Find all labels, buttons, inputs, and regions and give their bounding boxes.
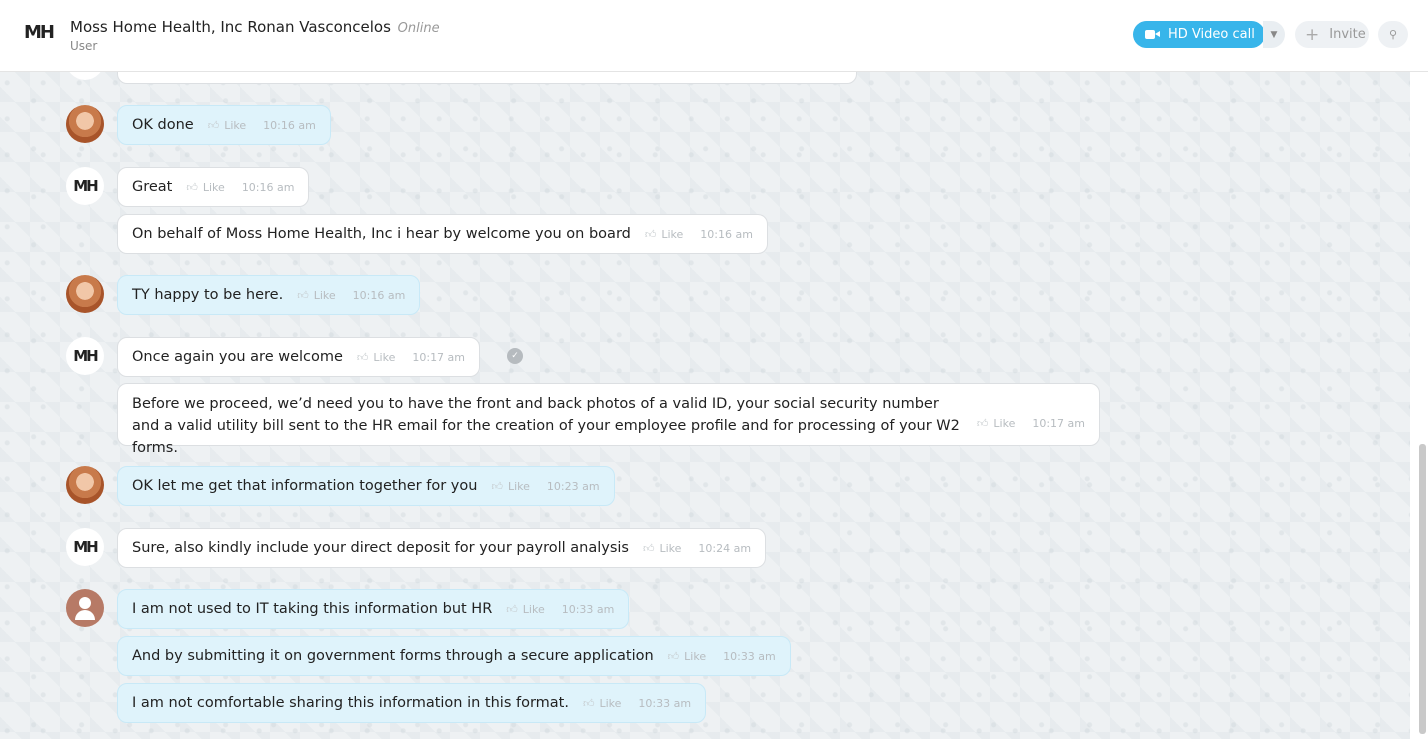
default-user-avatar[interactable] xyxy=(66,589,104,627)
message-meta: 👍︎ Like 10:33 am xyxy=(668,650,776,663)
message-bubble[interactable]: And by submitting it on government forms… xyxy=(117,636,791,676)
conversation-title[interactable]: Moss Home Health, Inc Ronan Vasconcelos … xyxy=(70,18,440,36)
like-button[interactable]: Like xyxy=(224,119,246,132)
message-meta: 👍︎ Like 10:16 am xyxy=(297,289,405,302)
like-button[interactable]: Like xyxy=(508,480,530,493)
like-button[interactable]: Like xyxy=(684,650,706,663)
like-icon[interactable]: 👍︎ xyxy=(297,289,309,302)
message-text: On behalf of Moss Home Health, Inc i hea… xyxy=(132,226,631,242)
message-bubble[interactable]: OK let me get that information together … xyxy=(117,466,615,506)
invite-button[interactable]: + Invite xyxy=(1295,21,1369,48)
message-text: OK done xyxy=(132,117,194,133)
like-icon[interactable]: 👍︎ xyxy=(645,228,657,241)
chat-header: MH Moss Home Health, Inc Ronan Vasconcel… xyxy=(0,0,1428,72)
message-time: 10:16 am xyxy=(352,288,406,302)
like-button[interactable]: Like xyxy=(314,289,336,302)
message-time: 10:16 am xyxy=(241,180,295,194)
message-time: 10:33 am xyxy=(723,649,776,663)
like-button[interactable]: Like xyxy=(373,351,395,364)
message-meta: 👍︎ Like 10:16 am xyxy=(186,181,294,194)
message-text: Once again you are welcome xyxy=(132,349,343,365)
message-time: 10:16 am xyxy=(700,227,753,241)
like-button[interactable]: Like xyxy=(523,603,545,616)
message-bubble[interactable] xyxy=(117,72,857,84)
message-bubble[interactable]: I am not used to IT taking this informat… xyxy=(117,589,630,629)
message-text: I am not used to IT taking this informat… xyxy=(132,601,493,617)
like-button[interactable]: Like xyxy=(661,228,683,241)
like-button[interactable]: Like xyxy=(599,697,621,710)
user-avatar[interactable] xyxy=(66,275,104,313)
user-avatar[interactable] xyxy=(66,466,104,504)
message-text: OK let me get that information together … xyxy=(132,478,478,494)
message-time: 10:23 am xyxy=(546,479,600,493)
message-bubble[interactable]: On behalf of Moss Home Health, Inc i hea… xyxy=(117,214,768,254)
read-check-icon: ✓ xyxy=(507,348,523,364)
message-text: Before we proceed, we’d need you to have… xyxy=(132,396,960,456)
like-button[interactable]: Like xyxy=(659,542,681,555)
search-icon: ⚲ xyxy=(1388,28,1398,41)
chat-scrollbar[interactable] xyxy=(1417,72,1428,739)
mh-avatar[interactable]: MH xyxy=(66,528,104,566)
message-meta: 👍︎ Like 10:16 am xyxy=(645,228,753,241)
message-time: 10:24 am xyxy=(698,541,752,555)
online-status: Online xyxy=(397,21,440,36)
like-icon[interactable]: 👍︎ xyxy=(643,542,655,555)
like-icon[interactable]: 👍︎ xyxy=(357,351,369,364)
message-meta: 👍︎ Like 10:23 am xyxy=(491,480,599,493)
user-avatar[interactable] xyxy=(66,105,104,143)
message-time: 10:17 am xyxy=(412,350,466,364)
message-bubble[interactable]: TY happy to be here. 👍︎ Like 10:16 am xyxy=(117,275,421,315)
hd-video-call-label: HD Video call xyxy=(1168,27,1255,42)
avatar xyxy=(66,72,104,80)
like-icon[interactable]: 👍︎ xyxy=(186,181,198,194)
message-meta: 👍︎ Like 10:24 am xyxy=(643,542,751,555)
mh-avatar[interactable]: MH xyxy=(66,337,104,375)
contact-role: User xyxy=(70,39,98,53)
message-bubble[interactable]: Before we proceed, we’d need you to have… xyxy=(117,383,1100,456)
chevron-down-icon: ▼ xyxy=(1270,29,1278,40)
message-bubble[interactable]: Once again you are welcome 👍︎ Like 10:17… xyxy=(117,337,481,377)
like-icon[interactable]: 👍︎ xyxy=(977,413,989,435)
like-icon[interactable]: 👍︎ xyxy=(583,697,595,710)
company-logo: MH xyxy=(24,22,55,43)
like-icon[interactable]: 👍︎ xyxy=(506,603,518,616)
mh-avatar[interactable]: MH xyxy=(66,167,104,205)
contact-name[interactable]: Moss Home Health, Inc Ronan Vasconcelos xyxy=(70,18,391,36)
message-meta: 👍︎ Like 10:33 am xyxy=(506,603,614,616)
message-text: Sure, also kindly include your direct de… xyxy=(132,540,629,556)
search-button[interactable]: ⚲ xyxy=(1378,21,1408,48)
message-text: I am not comfortable sharing this inform… xyxy=(132,695,569,711)
message-list[interactable]: OK done 👍︎ Like 10:16 am MH Great 👍︎ Lik… xyxy=(0,72,1410,739)
message-bubble[interactable]: Great 👍︎ Like 10:16 am xyxy=(117,167,310,207)
message-text: And by submitting it on government forms… xyxy=(132,648,654,664)
message-bubble[interactable]: Sure, also kindly include your direct de… xyxy=(117,528,767,568)
message-meta: 👍︎ Like 10:17 am xyxy=(357,351,465,364)
message-meta: 👍︎ Like 10:33 am xyxy=(583,697,691,710)
like-icon[interactable]: 👍︎ xyxy=(668,650,680,663)
like-button[interactable]: Like xyxy=(993,413,1015,435)
message-meta: 👍︎ Like 10:17 am xyxy=(977,413,1085,435)
message-bubble[interactable]: OK done 👍︎ Like 10:16 am xyxy=(117,105,331,145)
plus-icon: + xyxy=(1305,24,1320,45)
invite-label: Invite xyxy=(1329,27,1366,42)
message-time: 10:16 am xyxy=(263,118,316,132)
video-camera-icon xyxy=(1145,29,1160,40)
message-text: Great xyxy=(132,179,173,195)
message-bubble[interactable]: I am not comfortable sharing this inform… xyxy=(117,683,707,723)
message-time: 10:33 am xyxy=(561,602,615,616)
message-time: 10:17 am xyxy=(1032,417,1085,430)
message-text: TY happy to be here. xyxy=(132,287,284,303)
like-icon[interactable]: 👍︎ xyxy=(491,480,503,493)
call-options-dropdown[interactable]: ▼ xyxy=(1263,21,1285,48)
like-icon[interactable]: 👍︎ xyxy=(208,119,220,132)
scrollbar-thumb[interactable] xyxy=(1419,444,1426,734)
like-button[interactable]: Like xyxy=(203,181,225,194)
message-time: 10:33 am xyxy=(638,696,692,710)
hd-video-call-button[interactable]: HD Video call xyxy=(1133,21,1265,48)
message-meta: 👍︎ Like 10:16 am xyxy=(208,119,316,132)
